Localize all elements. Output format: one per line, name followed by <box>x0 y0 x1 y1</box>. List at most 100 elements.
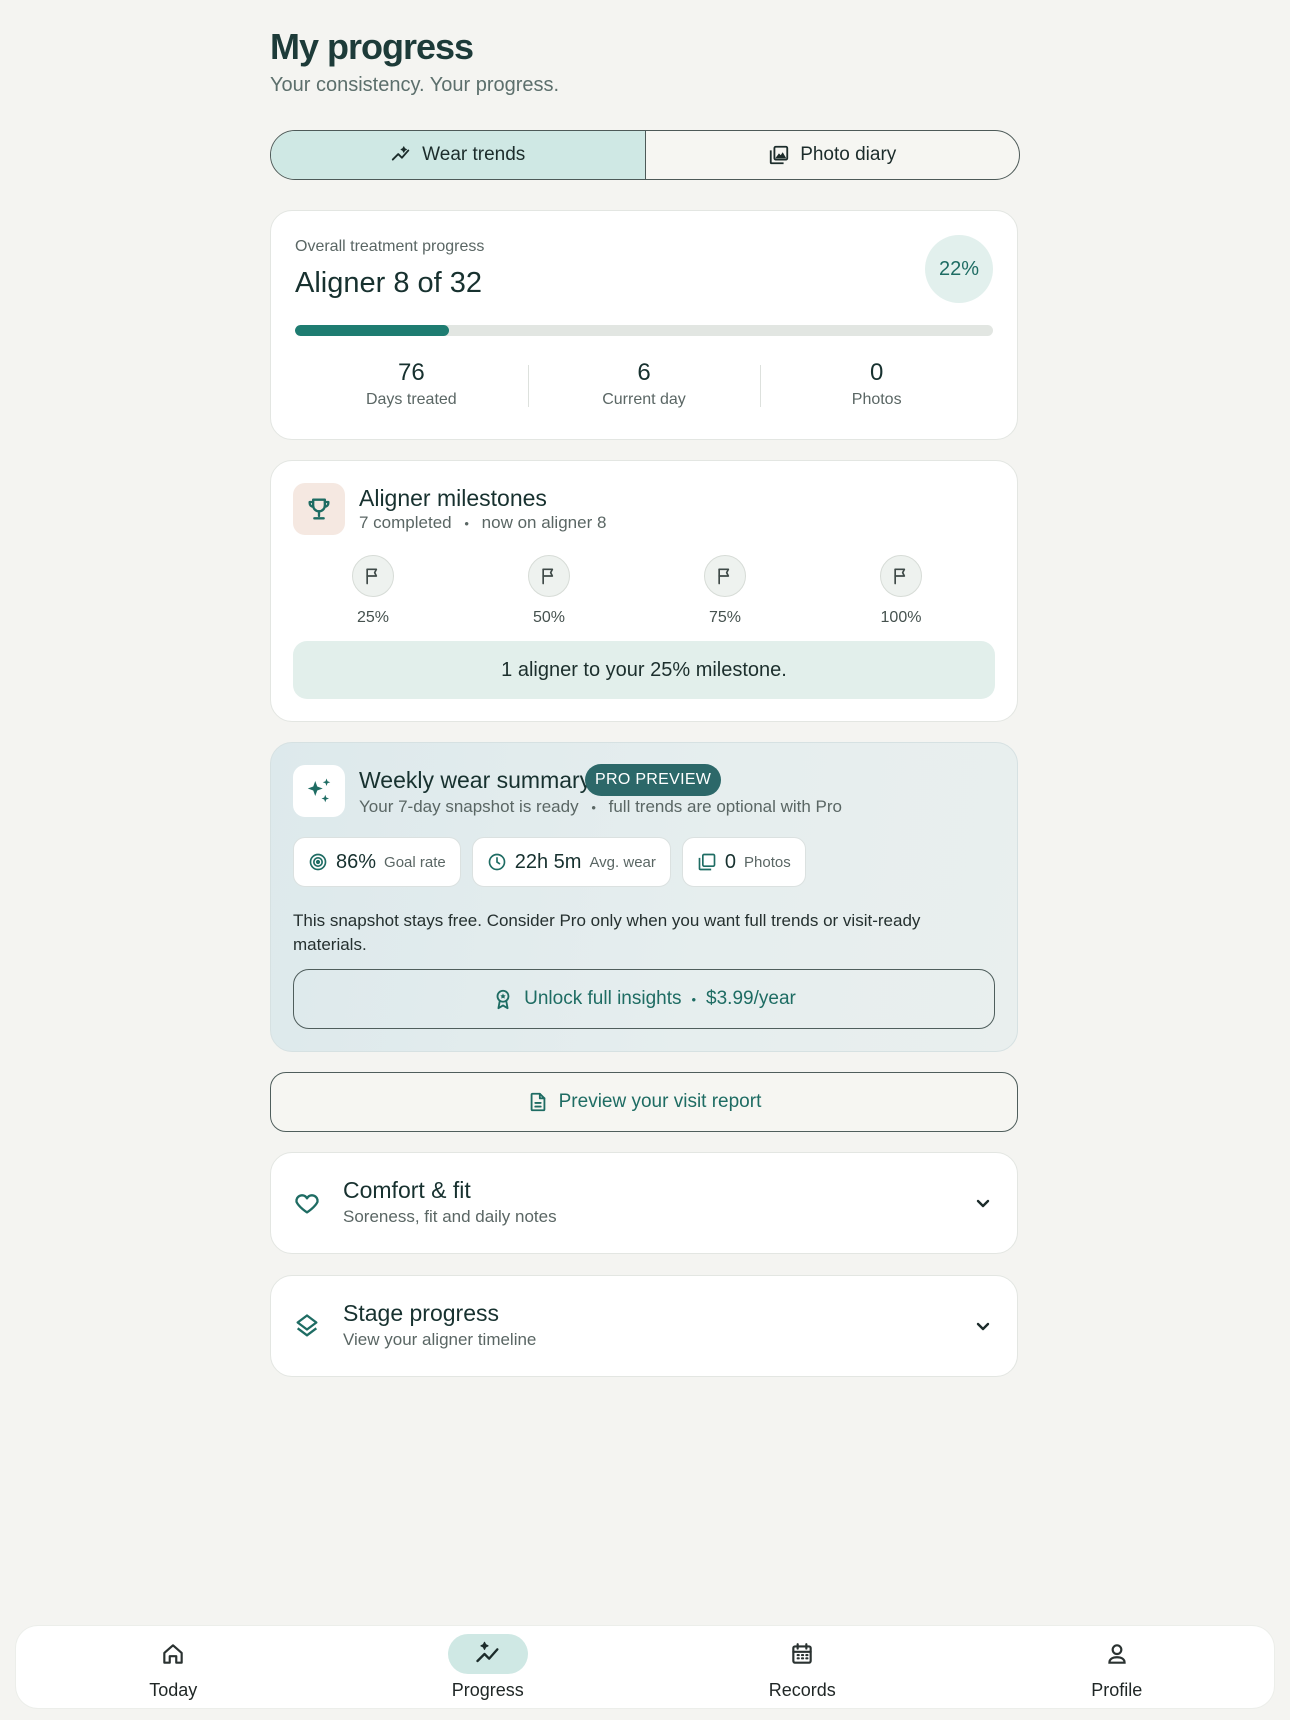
flag-icon <box>704 555 746 597</box>
progress-bar-fill <box>295 325 449 336</box>
sparkles-icon <box>307 778 331 803</box>
stat-label: Days treated <box>365 391 457 408</box>
unlock-price: $3.99/year <box>706 988 796 1009</box>
stat-value: 76 <box>397 359 425 386</box>
bottom-nav: Today Progress Records Profile <box>16 1626 1274 1708</box>
weekly-subtitle: Your 7-day snapshot is ready • full tren… <box>359 797 842 817</box>
stat-label: Current day <box>602 391 686 408</box>
stat-photos: 0 Photos <box>760 359 993 409</box>
accordion-subtitle: Soreness, fit and daily notes <box>343 1207 557 1226</box>
weekly-icon-tile <box>293 765 345 817</box>
progress-percent-badge: 22% <box>925 235 993 303</box>
milestones-card: Aligner milestones 7 completed • now on … <box>270 460 1018 722</box>
clock-icon <box>488 853 506 871</box>
chip-label: Goal rate <box>384 853 446 871</box>
treatment-progress-card: Overall treatment progress Aligner 8 of … <box>270 210 1018 440</box>
nav-today[interactable]: Today <box>16 1626 331 1708</box>
nav-records[interactable]: Records <box>645 1626 960 1708</box>
milestones-completed: 7 completed <box>359 513 452 532</box>
photo-library-icon <box>698 853 716 871</box>
chip-label: Photos <box>744 853 791 871</box>
milestones-icon-tile <box>293 483 345 535</box>
nav-icon-pill <box>133 1634 213 1674</box>
separator-dot: • <box>464 516 469 531</box>
nav-label: Progress <box>451 1680 524 1700</box>
accordion-title: Comfort & fit <box>343 1177 471 1203</box>
milestone-flag: 50% <box>509 555 589 627</box>
view-toggle: Wear trends Photo diary <box>270 130 1020 180</box>
layers-icon <box>296 1314 318 1337</box>
separator-dot: • <box>591 800 596 815</box>
pro-preview-badge: PRO PREVIEW <box>585 764 722 796</box>
milestones-current: now on aligner 8 <box>481 513 607 532</box>
milestones-subtitle: 7 completed • now on aligner 8 <box>359 513 606 533</box>
document-icon <box>530 1092 545 1112</box>
nav-label: Profile <box>1091 1680 1143 1700</box>
accordion-comfort-fit[interactable]: Comfort & fit Soreness, fit and daily no… <box>270 1152 1018 1254</box>
tab-photo-diary[interactable]: Photo diary <box>646 131 1020 179</box>
flag-icon <box>880 555 922 597</box>
milestone-flag: 100% <box>861 555 941 627</box>
nav-label: Records <box>768 1680 836 1700</box>
stat-value: 6 <box>637 359 651 386</box>
weekly-chips: 86% Goal rate 22h 5m Avg. wear 0 Photos <box>293 837 806 887</box>
unlock-label: Unlock full insights <box>524 988 682 1009</box>
flag-icon <box>352 555 394 597</box>
chip-photos: 0 Photos <box>681 837 806 887</box>
weekly-subtitle-b: full trends are optional with Pro <box>608 797 843 816</box>
chip-label: Avg. wear <box>589 853 656 871</box>
weekly-subtitle-a: Your 7-day snapshot is ready <box>359 797 579 816</box>
stat-days-treated: 76 Days treated <box>295 359 528 409</box>
tab-label: Photo diary <box>800 144 897 165</box>
chip-value: 86% <box>336 850 377 873</box>
tab-wear-trends[interactable]: Wear trends <box>271 131 646 179</box>
stat-current-day: 6 Current day <box>527 359 761 409</box>
milestone-label: 100% <box>880 609 922 626</box>
preview-visit-report-button[interactable]: Preview your visit report <box>270 1072 1018 1132</box>
chip-value: 22h 5m <box>514 850 582 873</box>
nav-label: Today <box>149 1680 198 1700</box>
heart-icon <box>295 1194 319 1214</box>
milestone-label: 50% <box>532 609 566 626</box>
accordion-subtitle: View your aligner timeline <box>343 1330 537 1349</box>
weekly-title: Weekly wear summary <box>359 767 592 793</box>
page-title: My progress <box>270 26 474 67</box>
accordion-stage-progress[interactable]: Stage progress View your aligner timelin… <box>270 1275 1018 1377</box>
award-icon <box>496 989 510 1010</box>
stat-value: 0 <box>870 359 884 386</box>
trophy-icon <box>308 498 330 520</box>
milestone-label: 25% <box>356 609 390 626</box>
photo-library-icon <box>770 145 789 165</box>
milestone-label: 75% <box>708 609 742 626</box>
stat-label: Photos <box>851 391 902 408</box>
chip-goal-rate: 86% Goal rate <box>293 837 461 887</box>
trend-icon <box>392 146 410 161</box>
unlock-insights-button[interactable]: Unlock full insights • $3.99/year <box>293 969 995 1029</box>
progress-stats: 76 Days treated 6 Current day 0 Photos <box>295 359 993 409</box>
nav-profile[interactable]: Profile <box>960 1626 1275 1708</box>
accordion-title: Stage progress <box>343 1300 499 1326</box>
milestones-title: Aligner milestones <box>359 485 547 511</box>
progress-title: Aligner 8 of 32 <box>295 267 483 299</box>
milestone-flag: 75% <box>685 555 765 627</box>
chevron-down-icon[interactable] <box>971 1314 995 1338</box>
progress-label: Overall treatment progress <box>295 238 485 255</box>
visit-report-label: Preview your visit report <box>558 1091 762 1112</box>
nav-progress[interactable]: Progress <box>331 1626 646 1708</box>
nav-icon-pill <box>447 1634 528 1674</box>
calendar-icon <box>792 1643 812 1664</box>
target-icon <box>309 853 327 871</box>
weekly-summary-card: Weekly wear summary PRO PREVIEW Your 7-d… <box>270 742 1018 1052</box>
chip-value: 0 <box>724 850 737 873</box>
home-icon <box>163 1644 183 1664</box>
trend-icon <box>476 1641 499 1663</box>
person-icon <box>1108 1644 1126 1664</box>
separator-dot: • <box>691 991 697 1007</box>
milestone-banner: 1 aligner to your 25% milestone. <box>293 641 995 699</box>
flag-icon <box>528 555 570 597</box>
tab-label: Wear trends <box>422 144 526 165</box>
nav-icon-pill <box>762 1634 842 1674</box>
chevron-down-icon[interactable] <box>971 1191 995 1215</box>
nav-icon-pill <box>1077 1634 1157 1674</box>
progress-bar <box>295 325 993 336</box>
